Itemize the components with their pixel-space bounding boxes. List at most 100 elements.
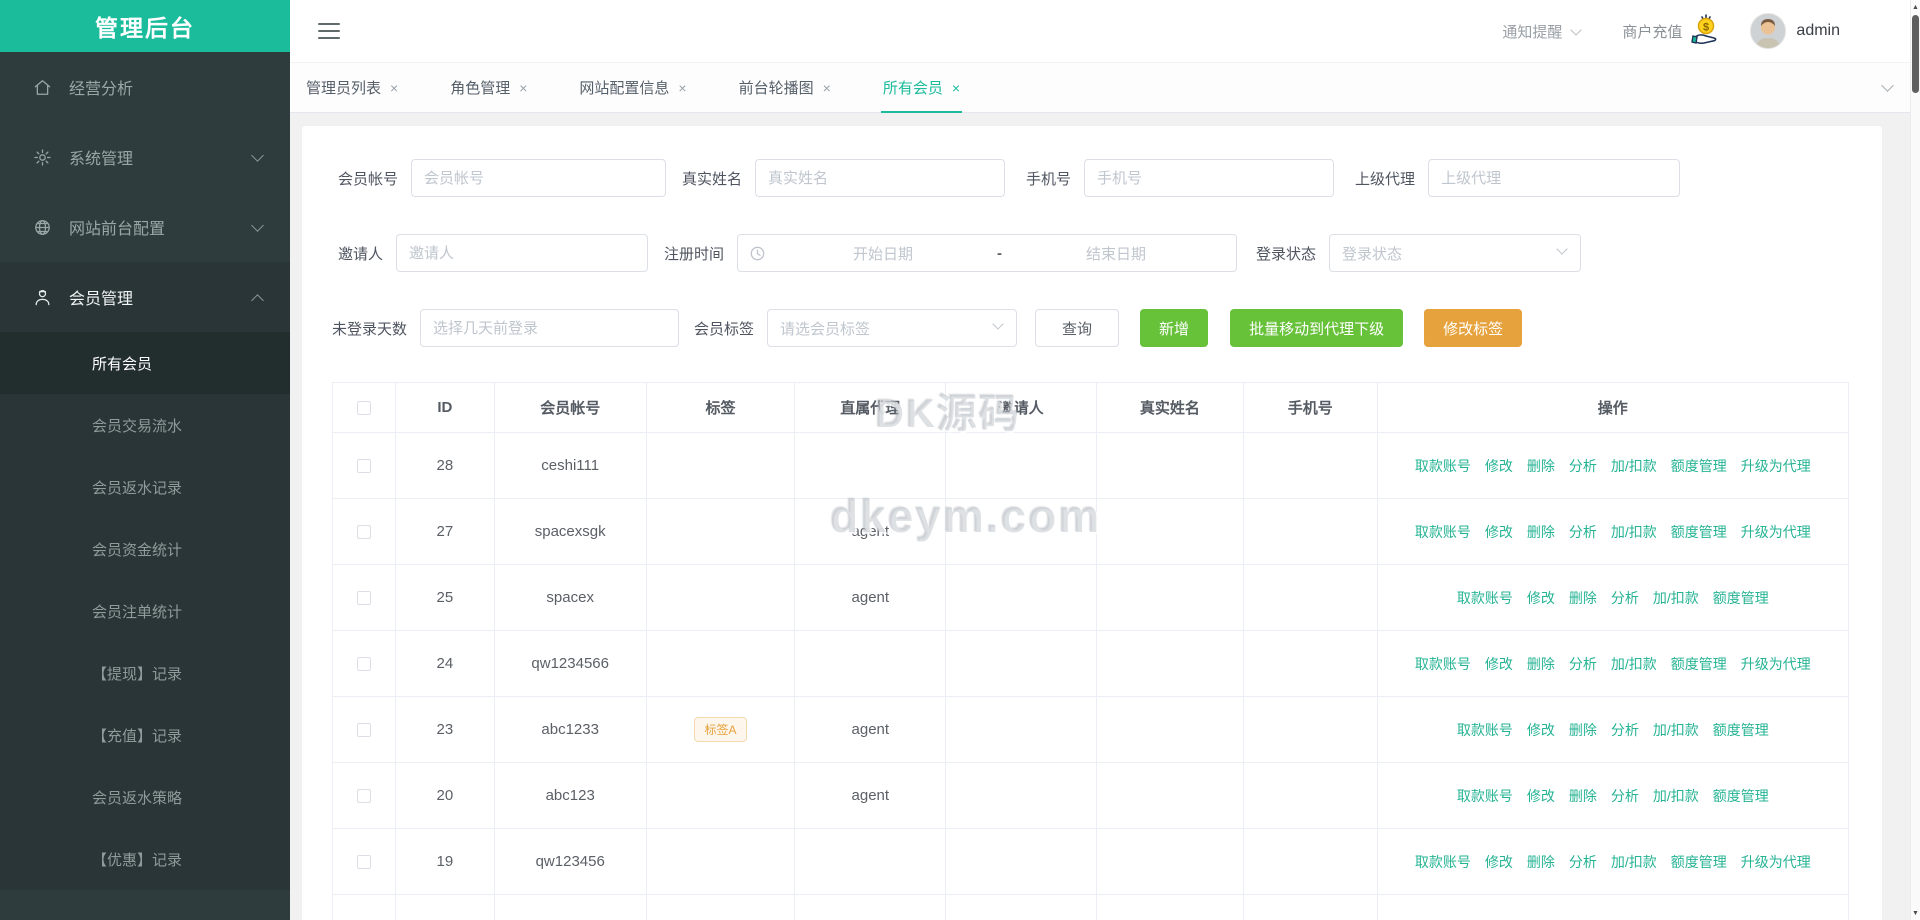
phone-input[interactable] [1084,159,1334,197]
action-link[interactable]: 分析 [1569,654,1597,674]
action-link[interactable]: 加/扣款 [1611,852,1657,872]
action-link[interactable]: 分析 [1611,588,1639,608]
add-button[interactable]: 新增 [1140,309,1208,347]
action-link[interactable]: 额度管理 [1671,654,1727,674]
action-link[interactable]: 取款账号 [1415,522,1471,542]
hamburger-menu-icon[interactable] [318,23,340,39]
action-link[interactable]: 额度管理 [1671,852,1727,872]
sidebar-subitem-recharge-records[interactable]: 【充值】记录 [0,704,290,766]
batch-move-to-agent-button[interactable]: 批量移动到代理下级 [1230,309,1403,347]
tab-all-members[interactable]: 所有会员× [881,63,962,112]
action-link[interactable]: 取款账号 [1457,588,1513,608]
action-link[interactable]: 取款账号 [1415,456,1471,476]
action-link[interactable]: 取款账号 [1457,720,1513,740]
action-link[interactable]: 取款账号 [1415,654,1471,674]
tab-role-management[interactable]: 角色管理× [448,63,529,112]
row-checkbox[interactable] [357,525,371,539]
notification-dropdown[interactable]: 通知提醒 [1502,21,1580,42]
member-tag-select[interactable]: 请选会员标签 [767,309,1017,347]
action-link[interactable]: 修改 [1485,456,1513,476]
vertical-scrollbar[interactable]: ▲ ▼ [1910,0,1920,920]
tab-close-icon[interactable]: × [390,80,398,96]
action-link[interactable]: 升级为代理 [1741,852,1811,872]
row-checkbox[interactable] [357,855,371,869]
search-button[interactable]: 查询 [1035,309,1119,347]
row-checkbox[interactable] [357,459,371,473]
action-link[interactable]: 分析 [1569,456,1597,476]
tab-admin-list[interactable]: 管理员列表× [304,63,400,112]
register-time-range-picker[interactable]: 开始日期 - 结束日期 [737,234,1237,272]
sidebar-item-system-management[interactable]: 系统管理 [0,122,290,192]
parent-agent-input[interactable] [1428,159,1680,197]
action-link[interactable]: 删除 [1527,456,1555,476]
action-link[interactable]: 取款账号 [1415,852,1471,872]
sidebar-item-site-frontend-config[interactable]: 网站前台配置 [0,192,290,262]
sidebar-subitem-member-transaction-flow[interactable]: 会员交易流水 [0,394,290,456]
row-checkbox[interactable] [357,723,371,737]
action-link[interactable]: 修改 [1527,588,1555,608]
row-checkbox[interactable] [357,789,371,803]
tabs-overflow-chevron-icon[interactable] [1883,63,1892,112]
action-link[interactable]: 分析 [1611,786,1639,806]
action-link[interactable]: 加/扣款 [1653,786,1699,806]
action-link[interactable]: 加/扣款 [1611,522,1657,542]
tab-close-icon[interactable]: × [952,80,960,96]
member-account-input[interactable] [411,159,666,197]
scrollbar-thumb[interactable] [1912,15,1919,93]
sidebar-item-member-management[interactable]: 会员管理 [0,262,290,332]
action-link[interactable]: 加/扣款 [1653,720,1699,740]
action-link[interactable]: 删除 [1527,522,1555,542]
real-name-input[interactable] [755,159,1005,197]
action-link[interactable]: 删除 [1527,654,1555,674]
action-link[interactable]: 额度管理 [1713,720,1769,740]
action-link[interactable]: 分析 [1611,720,1639,740]
days-not-login-input[interactable] [420,309,679,347]
action-link[interactable]: 修改 [1485,654,1513,674]
tab-close-icon[interactable]: × [678,80,686,96]
action-link[interactable]: 修改 [1527,720,1555,740]
inviter-input[interactable] [396,234,648,272]
tab-close-icon[interactable]: × [823,80,831,96]
scrollbar-up-arrow[interactable]: ▲ [1911,0,1920,14]
action-link[interactable]: 额度管理 [1713,786,1769,806]
tab-close-icon[interactable]: × [519,80,527,96]
action-link[interactable]: 分析 [1569,852,1597,872]
sidebar-subitem-withdraw-records[interactable]: 【提现】记录 [0,642,290,704]
avatar[interactable] [1750,13,1786,49]
username[interactable]: admin [1796,22,1840,40]
action-link[interactable]: 分析 [1569,522,1597,542]
action-link[interactable]: 升级为代理 [1741,654,1811,674]
action-link[interactable]: 修改 [1485,852,1513,872]
sidebar-item-business-analysis[interactable]: 经营分析 [0,52,290,122]
action-link[interactable]: 修改 [1527,786,1555,806]
tab-frontend-carousel[interactable]: 前台轮播图× [737,63,833,112]
sidebar-subitem-member-rebate-strategy[interactable]: 会员返水策略 [0,766,290,828]
row-checkbox[interactable] [357,657,371,671]
action-link[interactable]: 取款账号 [1457,786,1513,806]
action-link[interactable]: 升级为代理 [1741,522,1811,542]
select-all-checkbox[interactable] [357,401,371,415]
action-link[interactable]: 删除 [1569,588,1597,608]
action-link[interactable]: 额度管理 [1713,588,1769,608]
sidebar-subitem-all-members[interactable]: 所有会员 [0,332,290,394]
sidebar-subitem-member-funds-stats[interactable]: 会员资金统计 [0,518,290,580]
action-link[interactable]: 升级为代理 [1741,456,1811,476]
action-link[interactable]: 修改 [1485,522,1513,542]
login-status-select[interactable]: 登录状态 [1329,234,1581,272]
action-link[interactable]: 删除 [1527,852,1555,872]
sidebar-subitem-member-bet-stats[interactable]: 会员注单统计 [0,580,290,642]
row-checkbox[interactable] [357,591,371,605]
action-link[interactable]: 加/扣款 [1611,456,1657,476]
action-link[interactable]: 删除 [1569,720,1597,740]
edit-tag-button[interactable]: 修改标签 [1424,309,1522,347]
action-link[interactable]: 额度管理 [1671,456,1727,476]
merchant-recharge-button[interactable]: 商户充值 $ [1622,13,1724,49]
action-link[interactable]: 加/扣款 [1611,654,1657,674]
action-link[interactable]: 加/扣款 [1653,588,1699,608]
action-link[interactable]: 额度管理 [1671,522,1727,542]
action-link[interactable]: 删除 [1569,786,1597,806]
sidebar-subitem-member-rebate-records[interactable]: 会员返水记录 [0,456,290,518]
scrollbar-down-arrow[interactable]: ▼ [1911,906,1920,920]
tab-site-config[interactable]: 网站配置信息× [577,63,688,112]
sidebar-subitem-promo-records[interactable]: 【优惠】记录 [0,828,290,890]
